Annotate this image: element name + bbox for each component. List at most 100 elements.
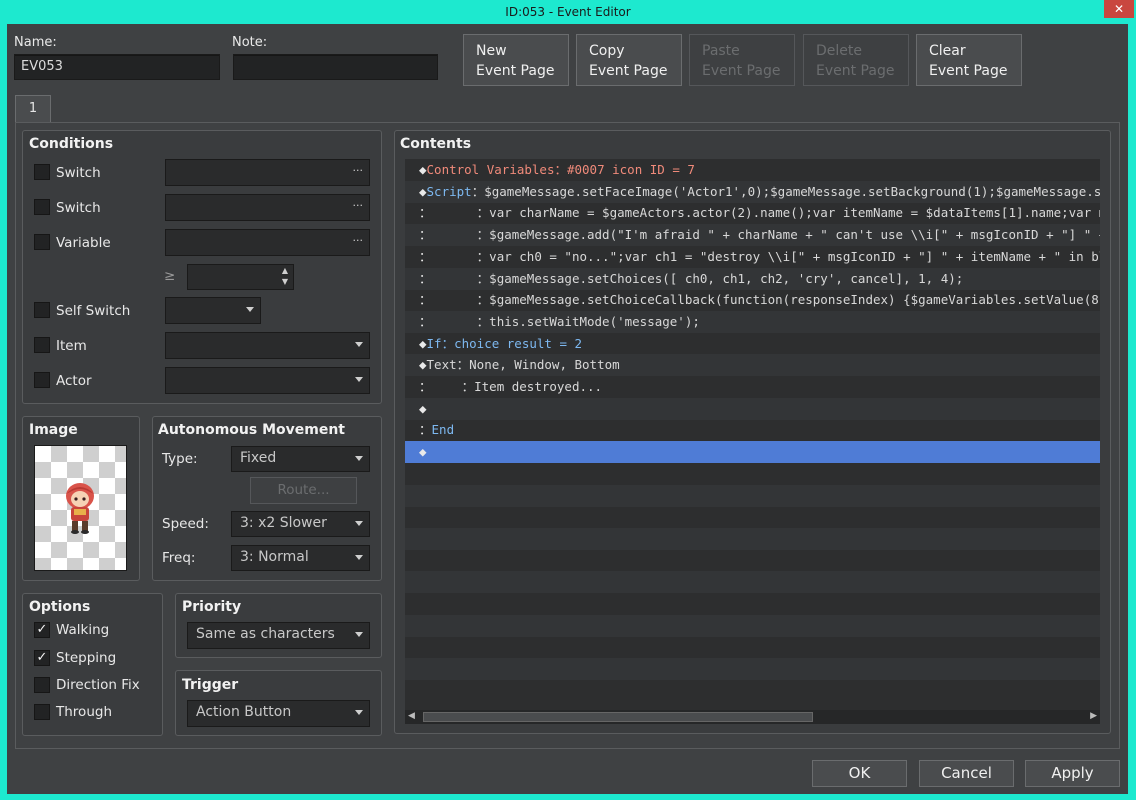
condition-actor-checkbox[interactable]	[34, 372, 50, 388]
command-row[interactable]	[405, 550, 1100, 572]
paste-event-page-button[interactable]: Paste Event Page	[689, 34, 795, 86]
command-row[interactable]: ◆Script：$gameMessage.setFaceImage('Actor…	[405, 180, 1100, 203]
command-params: ：$gameMessage.setChoiceCallback(function…	[431, 292, 1100, 308]
condition-actor-dropdown[interactable]	[165, 367, 370, 394]
command-row[interactable]	[405, 636, 1100, 658]
command-row[interactable]: ： ：var charName = $gameActors.actor(2).n…	[405, 202, 1100, 224]
condition-switch2-checkbox[interactable]	[34, 199, 50, 215]
chevron-down-icon	[355, 456, 363, 461]
command-params: ：$gameMessage.setChoices([ ch0, ch1, ch2…	[431, 270, 964, 286]
ellipsis-icon: ···	[352, 164, 364, 177]
condition-variable-checkbox[interactable]	[34, 234, 50, 250]
command-marker: ◆	[419, 357, 427, 373]
priority-dropdown[interactable]: Same as characters	[187, 622, 370, 649]
condition-variable-selector[interactable]: ···	[165, 229, 370, 256]
option-direction-fix-checkbox[interactable]	[34, 677, 50, 693]
condition-self-switch-label: Self Switch	[56, 303, 131, 319]
route-button[interactable]: Route...	[250, 477, 357, 504]
autonomous-movement-title: Autonomous Movement	[158, 422, 345, 438]
cancel-button[interactable]: Cancel	[919, 760, 1014, 787]
horizontal-scrollbar[interactable]: ◀ ▶	[405, 710, 1100, 724]
condition-switch2-selector[interactable]: ···	[165, 194, 370, 221]
command-marker: ：	[419, 422, 432, 438]
movement-type-dropdown[interactable]: Fixed	[231, 446, 370, 472]
condition-switch1-selector[interactable]: ···	[165, 159, 370, 186]
option-stepping-checkbox[interactable]: ✓	[34, 650, 50, 666]
condition-self-switch-checkbox[interactable]	[34, 302, 50, 318]
command-row[interactable]	[405, 463, 1100, 485]
command-marker: ：	[419, 227, 432, 243]
command-row[interactable]	[405, 614, 1100, 637]
condition-item-dropdown[interactable]	[165, 332, 370, 359]
command-marker: ：	[419, 205, 432, 221]
command-row[interactable]: ： ：$gameMessage.add("I'm afraid " + char…	[405, 224, 1100, 247]
name-field[interactable]: EV053	[14, 54, 220, 80]
spinner-down-icon[interactable]: ▼	[282, 277, 288, 286]
command-name: Control Variables	[426, 162, 555, 177]
command-params: ：#0007 icon ID = 7	[554, 162, 695, 177]
window-close-button[interactable]: ✕	[1104, 0, 1134, 18]
clear-event-page-button[interactable]: Clear Event Page	[916, 34, 1022, 86]
conditions-title: Conditions	[29, 136, 114, 152]
command-row[interactable]: ◆If：choice result = 2	[405, 333, 1100, 355]
condition-item-label: Item	[56, 338, 87, 354]
option-through-checkbox[interactable]	[34, 704, 50, 720]
condition-self-switch-dropdown[interactable]	[165, 297, 261, 324]
movement-freq-dropdown[interactable]: 3: Normal	[231, 545, 370, 571]
command-params: ：Item destroyed...	[431, 379, 603, 394]
note-field[interactable]	[233, 54, 438, 80]
command-marker: ◆	[419, 444, 427, 460]
command-marker: ：	[419, 379, 432, 394]
command-marker: ◆	[419, 183, 427, 199]
command-row[interactable]: ◆	[405, 397, 1100, 420]
new-event-page-button[interactable]: New Event Page	[463, 34, 569, 86]
command-name: End	[431, 422, 455, 438]
delete-event-page-button[interactable]: Delete Event Page	[803, 34, 909, 86]
command-params: ：$gameMessage.setFaceImage('Actor1',0);$…	[471, 183, 1100, 199]
command-row[interactable]	[405, 527, 1100, 550]
command-row[interactable]	[405, 571, 1100, 594]
command-row[interactable]: ： ：$gameMessage.setChoiceCallback(functi…	[405, 289, 1100, 311]
command-row[interactable]	[405, 484, 1100, 507]
condition-variable-value-spinner[interactable]: ▲ ▼	[187, 264, 294, 290]
command-row[interactable]: ：End	[405, 419, 1100, 441]
command-row[interactable]: ： ：this.setWaitMode('message');	[405, 310, 1100, 333]
scroll-left-icon[interactable]: ◀	[408, 711, 415, 721]
command-marker: ：	[419, 313, 432, 329]
horizontal-scrollbar-thumb[interactable]	[423, 712, 813, 722]
condition-switch1-checkbox[interactable]	[34, 164, 50, 180]
command-row[interactable]	[405, 680, 1100, 702]
copy-event-page-button[interactable]: Copy Event Page	[576, 34, 682, 86]
command-row[interactable]	[405, 658, 1100, 681]
event-command-list[interactable]: ◆Control Variables：#0007 icon ID = 7 ◆Scr…	[405, 159, 1100, 710]
command-marker: ◆	[419, 162, 427, 177]
command-row[interactable]: ： ：$gameMessage.setChoices([ ch0, ch1, c…	[405, 267, 1100, 290]
close-icon: ✕	[1113, 2, 1125, 16]
movement-speed-dropdown[interactable]: 3: x2 Slower	[231, 511, 370, 537]
command-row[interactable]: ◆Text：None, Window, Bottom	[405, 354, 1100, 377]
apply-button[interactable]: Apply	[1025, 760, 1120, 787]
ok-button[interactable]: OK	[812, 760, 907, 787]
window-title: ID:053 - Event Editor	[505, 5, 631, 19]
command-row[interactable]	[405, 506, 1100, 528]
note-label: Note:	[232, 35, 268, 50]
command-params: ：$gameMessage.add("I'm afraid " + charNa…	[431, 227, 1100, 243]
trigger-dropdown[interactable]: Action Button	[187, 700, 370, 727]
command-row[interactable]: ： ：var ch0 = "no...";var ch1 = "destroy …	[405, 246, 1100, 268]
scroll-right-icon[interactable]: ▶	[1090, 711, 1097, 721]
command-params: ：this.setWaitMode('message');	[431, 313, 700, 329]
condition-item-checkbox[interactable]	[34, 337, 50, 353]
command-row[interactable]: ◆	[405, 441, 1100, 464]
event-image-preview[interactable]	[34, 445, 127, 571]
spinner-up-icon[interactable]: ▲	[282, 266, 288, 275]
chevron-down-icon	[355, 342, 363, 347]
tab-page-1[interactable]: 1	[15, 95, 51, 123]
movement-speed-label: Speed:	[162, 516, 209, 532]
option-walking-checkbox[interactable]: ✓	[34, 622, 50, 638]
command-name: If	[426, 335, 442, 351]
chevron-down-icon	[355, 555, 363, 560]
command-row[interactable]	[405, 593, 1100, 615]
command-row[interactable]: ◆Control Variables：#0007 icon ID = 7	[405, 159, 1100, 181]
command-row[interactable]: ： ：Item destroyed...	[405, 376, 1100, 398]
priority-title: Priority	[182, 599, 242, 615]
